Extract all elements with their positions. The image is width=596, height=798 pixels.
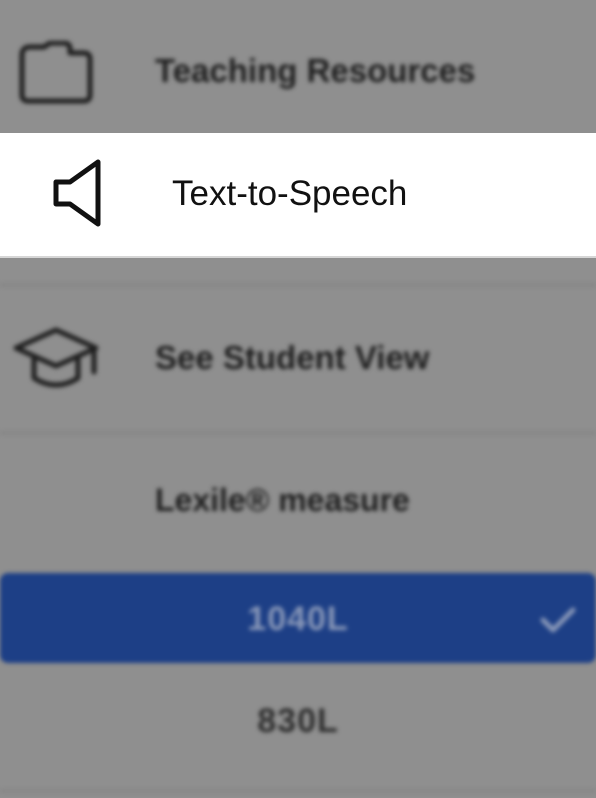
- lexile-option-selected[interactable]: 1040L: [0, 573, 596, 663]
- lexile-option-label: 1040L: [247, 600, 349, 638]
- divider: [0, 284, 596, 286]
- graduation-cap-icon: [12, 326, 100, 401]
- menu-item-label: Text-to-Speech: [172, 174, 408, 213]
- folder-icon: [18, 40, 94, 110]
- menu-item-label: Teaching Resources: [155, 52, 476, 89]
- divider: [0, 432, 596, 434]
- checkmark-icon: [540, 606, 576, 639]
- lexile-option[interactable]: 830L: [0, 702, 596, 742]
- menu-item-label: See Student View: [155, 339, 430, 376]
- speaker-icon: [52, 158, 106, 233]
- dimmed-menu-background: Teaching Resources See Student View Lexi…: [0, 0, 596, 798]
- menu-item-teaching-resources[interactable]: Teaching Resources: [0, 0, 596, 133]
- lexile-heading: Lexile® measure: [155, 482, 410, 518]
- menu-item-student-view[interactable]: See Student View: [0, 290, 596, 430]
- divider: [0, 790, 596, 792]
